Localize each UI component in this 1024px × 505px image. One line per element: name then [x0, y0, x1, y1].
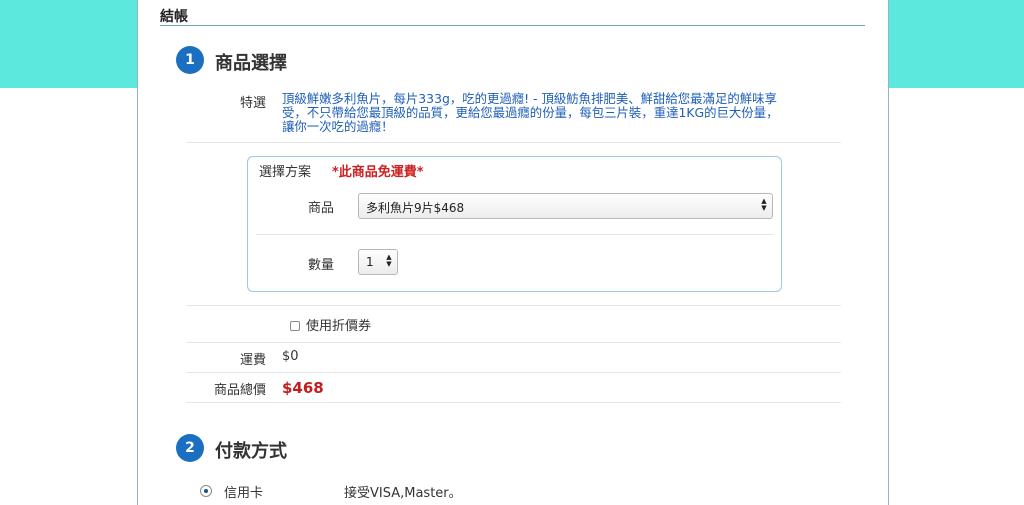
- divider: [186, 402, 841, 403]
- credit-card-radio[interactable]: [200, 485, 212, 497]
- divider: [186, 305, 841, 306]
- product-select[interactable]: 多利魚片9片$468 ▲ ▼: [358, 193, 773, 219]
- free-shipping-note: *此商品免運費*: [332, 165, 424, 180]
- quantity-select[interactable]: 1 ▲ ▼: [358, 249, 398, 275]
- feature-line: 受，不只帶給您最頂級的品質，更給您最過癮的份量，每包三片裝，重達1KG的巨大份量…: [282, 105, 779, 120]
- divider: [186, 342, 841, 343]
- plan-box: 選擇方案 *此商品免運費* 商品 多利魚片9片$468 ▲ ▼ 數量 1 ▲ ▼: [247, 156, 782, 292]
- page-title: 結帳: [160, 9, 188, 25]
- title-divider: [160, 25, 865, 26]
- credit-card-label[interactable]: 信用卡: [224, 482, 263, 501]
- step-1-number: 1: [176, 46, 204, 74]
- feature-line: 讓你一次吃的過癮！: [282, 119, 394, 134]
- step-2-number: 2: [176, 434, 204, 462]
- divider: [256, 234, 773, 235]
- total-label: 商品總價: [213, 383, 266, 398]
- shipping-value: $0: [282, 349, 299, 364]
- credit-card-description: 接受VISA,Master。: [344, 486, 462, 501]
- total-price: $468: [282, 379, 324, 397]
- checkout-panel: 結帳 1 商品選擇 特選 頂級鮮嫩多利魚片，每片333g，吃的更過癮! - 頂級…: [137, 0, 889, 505]
- feature-label: 特選: [239, 96, 266, 111]
- feature-line: 頂級鮮嫩多利魚片，每片333g，吃的更過癮! - 頂級魴魚排肥美、鮮甜給您最滿足…: [282, 91, 777, 106]
- step-2-title: 付款方式: [215, 441, 287, 462]
- shipping-label: 運費: [239, 353, 266, 368]
- select-arrows-icon: ▲ ▼: [761, 197, 767, 212]
- product-select-value: 多利魚片9片$468: [366, 201, 465, 215]
- plan-title: 選擇方案: [259, 165, 312, 180]
- coupon-label[interactable]: 使用折價券: [306, 315, 371, 334]
- select-arrows-icon: ▲ ▼: [386, 253, 392, 268]
- coupon-checkbox[interactable]: [290, 321, 300, 331]
- feature-description: 頂級鮮嫩多利魚片，每片333g，吃的更過癮! - 頂級魴魚排肥美、鮮甜給您最滿足…: [282, 92, 832, 134]
- background-band-left: [0, 0, 138, 88]
- background-band-right: [888, 0, 1024, 88]
- step-1-title: 商品選擇: [215, 53, 287, 74]
- quantity-label: 數量: [307, 258, 334, 273]
- divider: [186, 372, 841, 373]
- divider: [186, 142, 841, 143]
- product-label: 商品: [307, 201, 334, 216]
- quantity-select-value: 1: [366, 255, 374, 269]
